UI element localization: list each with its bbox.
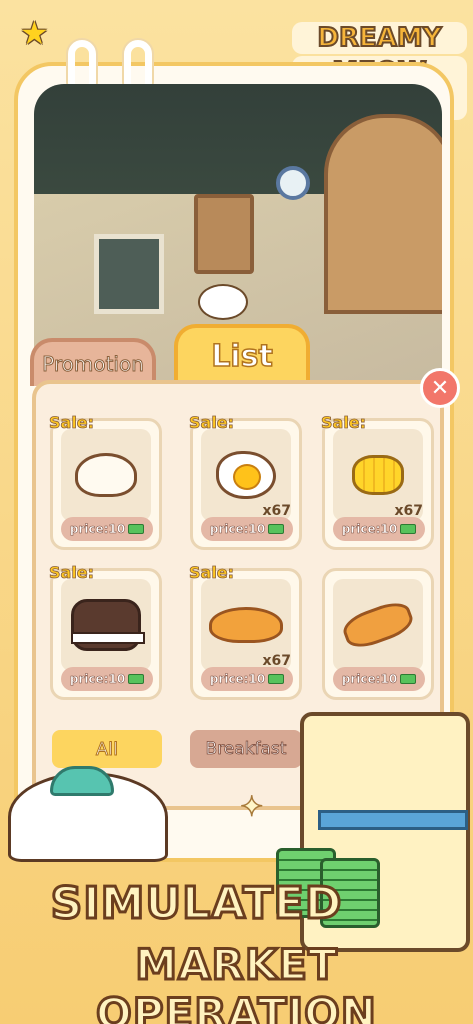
- chocolate-sandwich-icon: [71, 599, 145, 651]
- shelf-tray: [318, 810, 468, 830]
- star-icon: ★: [20, 14, 49, 52]
- close-button[interactable]: ✕: [420, 368, 460, 408]
- croissant-icon: [209, 607, 283, 643]
- product-card[interactable]: Sale: price:10: [49, 563, 162, 700]
- product-card[interactable]: Sale: x67 price:10: [189, 413, 302, 550]
- cash-icon: [128, 674, 145, 684]
- price-tag: price:10: [201, 517, 293, 541]
- cap-icon: [50, 766, 114, 796]
- price-label: price:10: [341, 522, 398, 537]
- sale-label: Sale:: [321, 413, 367, 433]
- sale-label: Sale:: [189, 563, 235, 583]
- product-card[interactable]: price:10: [322, 568, 434, 700]
- corn-icon: [352, 455, 404, 495]
- price-label: price:10: [341, 672, 398, 687]
- shop-window: [94, 234, 164, 314]
- close-icon: ✕: [430, 375, 450, 401]
- product-image-area: [61, 429, 151, 521]
- price-tag: price:10: [333, 667, 425, 691]
- sale-label: Sale:: [49, 413, 95, 433]
- bread-loaf-icon: [339, 597, 417, 653]
- product-card[interactable]: Sale: x67 price:10: [321, 413, 434, 550]
- product-image-area: [333, 579, 423, 671]
- tab-promotion[interactable]: Promotion: [30, 338, 156, 386]
- price-label: price:10: [69, 672, 126, 687]
- category-breakfast-button[interactable]: Breakfast: [190, 730, 302, 768]
- cash-icon: [268, 524, 285, 534]
- cash-icon: [128, 524, 145, 534]
- clock-icon: [276, 166, 310, 200]
- product-image-area: [61, 579, 151, 671]
- logo-line-1: DREAMY: [292, 22, 467, 54]
- cash-icon: [268, 674, 285, 684]
- product-card[interactable]: Sale: x67 price:10: [189, 563, 302, 700]
- price-tag: price:10: [201, 667, 293, 691]
- banner-title-2: MARKET OPERATION: [95, 939, 378, 1024]
- cash-icon: [400, 674, 417, 684]
- price-label: price:10: [209, 672, 266, 687]
- cat-figure: [198, 284, 248, 320]
- price-label: price:10: [209, 522, 266, 537]
- cash-icon: [400, 524, 417, 534]
- sale-label: Sale:: [49, 563, 95, 583]
- price-tag: price:10: [61, 667, 153, 691]
- price-tag: price:10: [61, 517, 153, 541]
- fried-egg-icon: [216, 451, 276, 499]
- banner-title-1: SIMULATED: [49, 877, 343, 931]
- display-shelf: [324, 114, 442, 314]
- price-label: price:10: [69, 522, 126, 537]
- sale-label: Sale:: [189, 413, 235, 433]
- tab-list[interactable]: List: [174, 324, 310, 384]
- category-all-button[interactable]: All: [52, 730, 162, 768]
- notice-board: [194, 194, 254, 274]
- sparkle-icon: ✦: [239, 789, 264, 824]
- steamed-bun-icon: [75, 453, 137, 497]
- price-tag: price:10: [333, 517, 425, 541]
- product-card[interactable]: Sale: price:10: [49, 413, 162, 550]
